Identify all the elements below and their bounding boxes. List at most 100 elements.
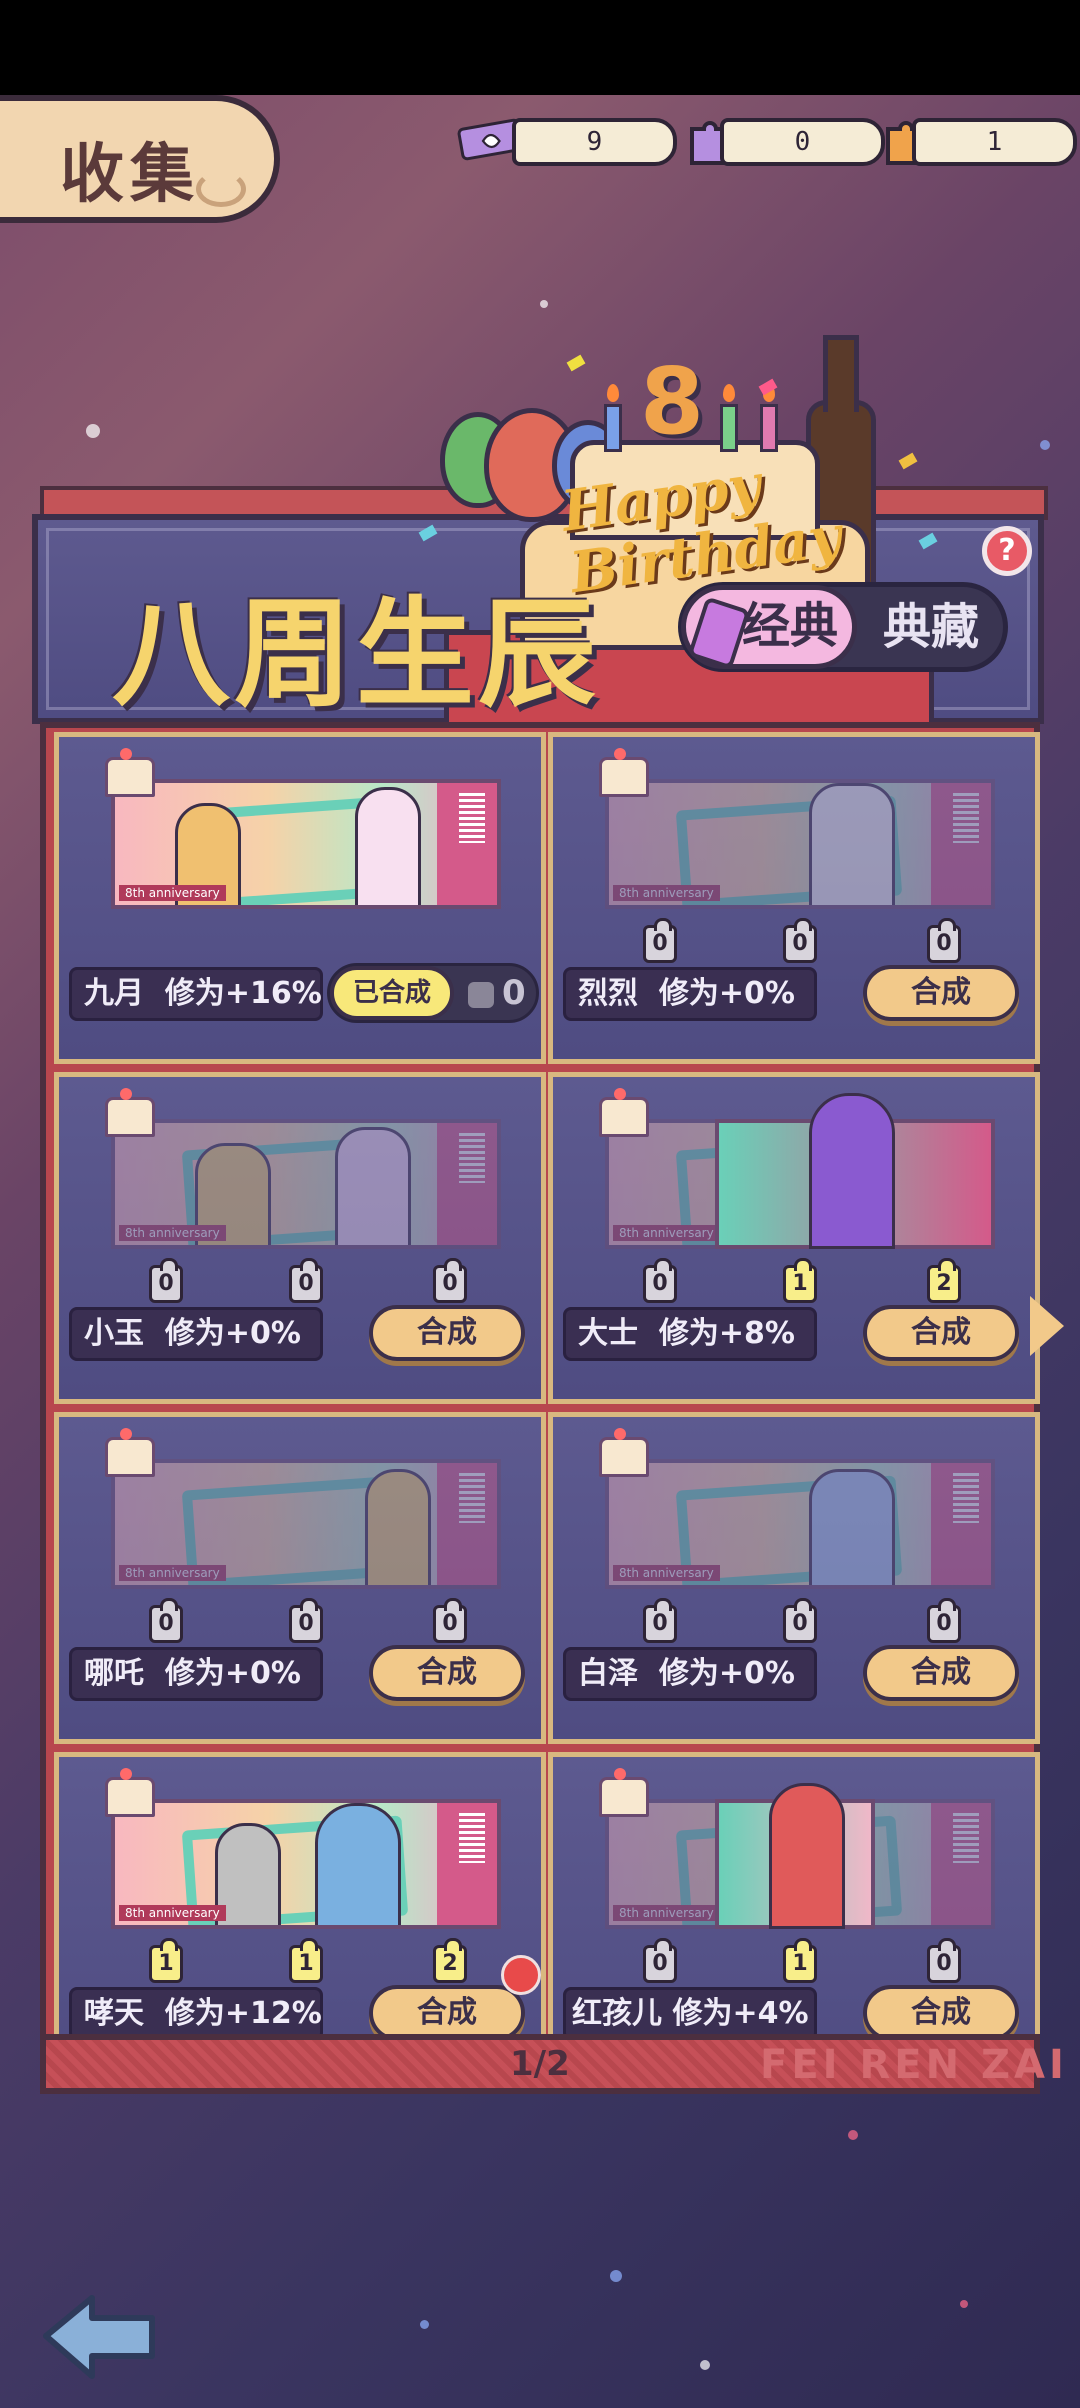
- anniversary-label: 8th anniversary: [613, 1225, 720, 1241]
- revealed-art-pieces: [715, 1093, 995, 1249]
- barcode: [953, 793, 979, 843]
- card-name: 哪吒: [84, 1656, 144, 1691]
- card-grid-panel: 8th anniversary 九月 修为+16% 已合成 0 8th anni…: [40, 722, 1040, 2094]
- owned-count: 0: [468, 970, 526, 1016]
- barcode: [953, 1813, 979, 1863]
- piece-slot-3: 0: [927, 1598, 961, 1643]
- tab-classic[interactable]: 经典: [681, 585, 857, 670]
- piece-slot-3: 0: [927, 918, 961, 963]
- ticket-count: 9: [512, 118, 677, 166]
- barcode: [459, 1133, 485, 1183]
- piece-slot-2: 0: [783, 1598, 817, 1643]
- card-name-plate: 哪吒 修为+0%: [69, 1647, 323, 1701]
- tab-classic-label: 经典: [742, 598, 839, 654]
- craft-button[interactable]: 合成: [863, 1985, 1019, 2041]
- card-nezha[interactable]: 8th anniversary 0 0 0 哪吒 修为+0% 合成: [54, 1412, 546, 1744]
- help-button[interactable]: ?: [982, 526, 1032, 576]
- craft-button[interactable]: 合成: [369, 1305, 525, 1361]
- anniversary-label: 8th anniversary: [119, 885, 226, 901]
- page-title-tab: 收集: [0, 95, 280, 223]
- card-name: 九月: [84, 976, 144, 1011]
- owned-count-value: 0: [502, 973, 526, 1013]
- piece-slot-2: 1: [783, 1938, 817, 1983]
- card-dashi[interactable]: 8th anniversary 0 1 2 大士 修为+8% 合成: [548, 1072, 1040, 1404]
- flame-decoration: [607, 384, 619, 402]
- anniversary-label: 8th anniversary: [119, 1565, 226, 1581]
- card-jiuyue[interactable]: 8th anniversary 九月 修为+16% 已合成 0: [54, 732, 546, 1064]
- tab-collection[interactable]: 典藏: [883, 587, 979, 667]
- card-name: 烈烈: [578, 976, 638, 1011]
- cake-icon: [599, 748, 649, 797]
- piece-slot-3: 0: [433, 1258, 467, 1303]
- piece-slot-1: 0: [149, 1598, 183, 1643]
- character-figure: [809, 1469, 895, 1585]
- revealed-art-pieces: [715, 1783, 875, 1929]
- piece-slot-1: 0: [643, 1258, 677, 1303]
- sparkle: [848, 2130, 858, 2140]
- sparkle: [700, 2360, 710, 2370]
- piece-slot-1: 0: [149, 1258, 183, 1303]
- craft-button[interactable]: 合成: [369, 1985, 525, 2041]
- character-figure: [365, 1469, 431, 1585]
- card-art: 8th anniversary: [111, 779, 501, 909]
- sparkle: [1040, 440, 1050, 450]
- card-bonus: 修为+0%: [658, 1656, 795, 1691]
- edition-toggle[interactable]: 经典 典藏: [678, 582, 1008, 672]
- character-figure: [355, 787, 421, 905]
- card-lielie[interactable]: 8th anniversary 0 0 0 烈烈 修为+0% 合成: [548, 732, 1040, 1064]
- notification-dot: [501, 1955, 541, 1995]
- character-figure: [809, 1093, 895, 1249]
- card-bonus: 修为+8%: [658, 1316, 795, 1351]
- anniversary-label: 8th anniversary: [119, 1225, 226, 1241]
- crafted-badge: 已合成: [330, 966, 454, 1020]
- card-name: 大士: [578, 1316, 638, 1351]
- candle-decoration: [604, 404, 622, 452]
- piece-slot-1: 0: [643, 918, 677, 963]
- card-bonus: 修为+0%: [164, 1316, 301, 1351]
- sparkle: [960, 2300, 968, 2308]
- piece-slot-2: 0: [289, 1598, 323, 1643]
- page-indicator: 1/2: [510, 2044, 570, 2084]
- piece-slot-3: 0: [433, 1598, 467, 1643]
- barcode: [459, 793, 485, 843]
- ticket-icon: [687, 596, 751, 670]
- craft-button[interactable]: 合成: [863, 965, 1019, 1021]
- piece-slot-3: 0: [927, 1938, 961, 1983]
- card-art: 8th anniversary: [605, 779, 995, 909]
- card-xiaoyu[interactable]: 8th anniversary 0 0 0 小玉 修为+0% 合成: [54, 1072, 546, 1404]
- card-bonus: 修为+12%: [164, 1996, 322, 2031]
- sparkle: [610, 2270, 622, 2282]
- piece-slot-3: 2: [433, 1938, 467, 1983]
- page-title: 收集: [60, 138, 200, 212]
- puzzle-icon: [468, 981, 494, 1008]
- back-button[interactable]: [40, 2290, 160, 2380]
- candle-decoration: [720, 404, 738, 452]
- card-name: 哮天: [84, 1996, 144, 2031]
- piece-slot-2: 1: [289, 1938, 323, 1983]
- cake-icon: [105, 748, 155, 797]
- flame-decoration: [723, 384, 735, 402]
- craft-button[interactable]: 合成: [863, 1645, 1019, 1701]
- card-name: 白泽: [578, 1656, 638, 1691]
- orange-puzzle-count: 1: [912, 118, 1077, 166]
- card-baize[interactable]: 8th anniversary 0 0 0 白泽 修为+0% 合成: [548, 1412, 1040, 1744]
- cake-icon: [599, 1768, 649, 1817]
- piece-slot-1: 0: [643, 1938, 677, 1983]
- next-page-arrow-icon[interactable]: [1030, 1296, 1064, 1356]
- piece-slot-1: 0: [643, 1598, 677, 1643]
- character-figure: [335, 1127, 411, 1245]
- card-name-plate: 九月 修为+16%: [69, 967, 323, 1021]
- card-name: 小玉: [84, 1316, 144, 1351]
- cake-icon: [105, 1428, 155, 1477]
- craft-button[interactable]: 合成: [863, 1305, 1019, 1361]
- piece-slot-2: 0: [289, 1258, 323, 1303]
- barcode: [953, 1473, 979, 1523]
- piece-slot-3: 2: [927, 1258, 961, 1303]
- cake-icon: [599, 1428, 649, 1477]
- piece-slot-1: 1: [149, 1938, 183, 1983]
- craft-button[interactable]: 合成: [369, 1645, 525, 1701]
- character-figure: [769, 1783, 845, 1929]
- character-figure: [315, 1803, 401, 1925]
- piece-slot-2: 1: [783, 1258, 817, 1303]
- watermark: FEI REN ZAI: [760, 2042, 1068, 2088]
